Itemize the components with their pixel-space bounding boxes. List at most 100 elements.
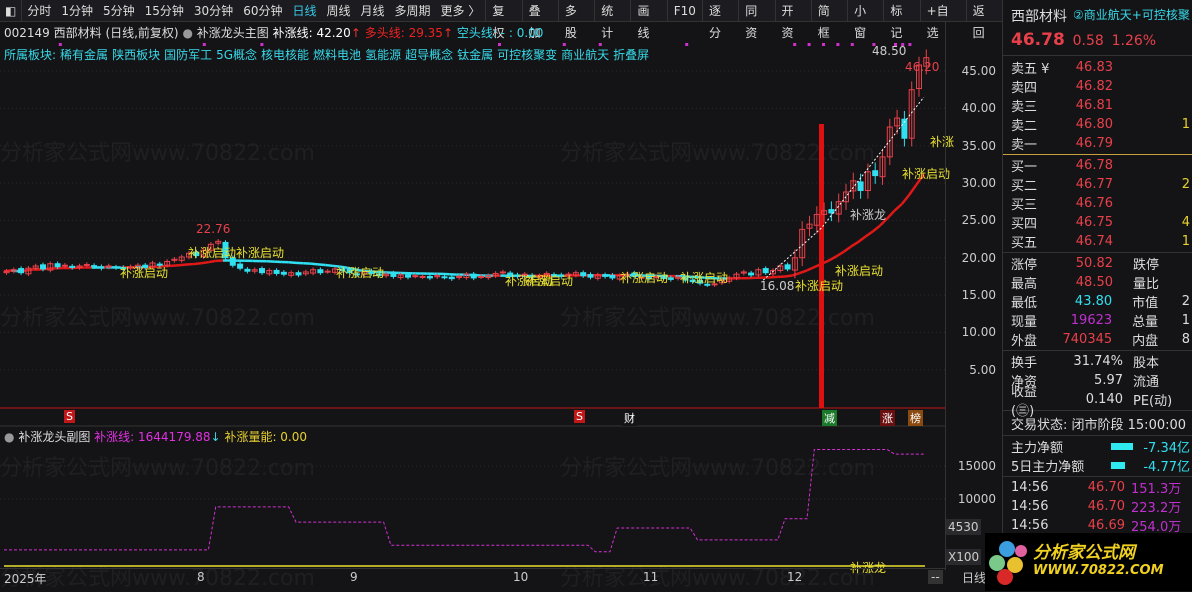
start-signal-label: 补涨启动 <box>835 262 883 279</box>
candle <box>281 272 286 274</box>
candle <box>114 267 119 268</box>
asks-row[interactable]: 卖二46.801 <box>1003 115 1192 134</box>
x-tick-label: 9 <box>350 570 358 584</box>
bids-row[interactable]: 买三46.76 <box>1003 194 1192 213</box>
stat-value: 50.82 <box>1059 256 1113 271</box>
x-tick-label: 11 <box>643 570 658 584</box>
trading-status: 交易状态: 闭市阶段 15:00:00 <box>1011 414 1186 433</box>
quote-panel: 西部材料②商业航天+可控核聚 46.78 0.58 1.26% 卖五 ¥46.8… <box>1002 0 1192 591</box>
period-tab[interactable]: 日线 <box>962 569 986 586</box>
candle <box>603 275 608 276</box>
event-marker[interactable]: 减 <box>822 410 837 426</box>
event-marker[interactable]: S <box>64 410 75 423</box>
money-flow-row[interactable]: 5日主力净额-4.77亿 <box>1003 456 1192 475</box>
concept-tag[interactable]: ②商业航天+可控核聚 <box>1073 6 1190 23</box>
price-chart[interactable] <box>0 0 945 591</box>
candle <box>70 266 75 267</box>
signal-dot <box>822 43 825 46</box>
signal-bar <box>819 124 824 408</box>
asks-row[interactable]: 卖三46.81 <box>1003 96 1192 115</box>
fundamental-label: 股本 <box>1133 352 1159 371</box>
fundamental-value: 5.97 <box>1059 373 1123 388</box>
asks-price: 46.79 <box>1059 136 1113 151</box>
candle <box>610 275 615 278</box>
last-price: 46.78 <box>1011 30 1065 50</box>
candle <box>873 171 878 176</box>
money-flow-value: -4.77亿 <box>1143 456 1192 475</box>
candle <box>581 273 586 276</box>
signal-dot <box>908 43 911 46</box>
candle <box>413 276 418 277</box>
high-price-label: 22.76 <box>196 222 230 236</box>
asks-row[interactable]: 卖四46.82 <box>1003 77 1192 96</box>
site-logo: 分析家公式网 WWW.70822.COM <box>985 533 1192 591</box>
event-marker[interactable]: 财 <box>622 410 637 426</box>
duotou-line-segment <box>895 204 902 211</box>
tick-volume: 223.2万 <box>1131 497 1181 516</box>
down-arrow-icon: ↓ <box>211 430 221 444</box>
toolbar-button-13[interactable]: 返回 <box>966 0 1002 22</box>
start-signal-label: 补涨启动 <box>120 264 168 281</box>
event-marker[interactable]: 榜 <box>908 410 923 426</box>
candle <box>442 277 447 278</box>
y-tick-label: 30.00 <box>962 176 996 190</box>
asks-price: 46.83 <box>1059 60 1113 75</box>
tick-price: 46.70 <box>1069 499 1125 514</box>
bids-row[interactable]: 买二46.772 <box>1003 175 1192 194</box>
asks-row[interactable]: 卖五 ¥46.83 <box>1003 58 1192 77</box>
stat-value: 48.50 <box>1059 275 1113 290</box>
candle <box>420 276 425 277</box>
indicator-toggle-icon[interactable]: ● <box>4 430 14 444</box>
kongtou-line-segment <box>289 262 296 263</box>
start-signal-label: 补涨启动 <box>336 264 384 281</box>
signal-dot <box>563 43 566 46</box>
candle <box>62 265 67 266</box>
tick-row: 14:5646.70151.3万 <box>1003 478 1192 497</box>
stat-value: 2 <box>1182 294 1192 309</box>
candle <box>245 269 250 271</box>
asks-volume: 1 <box>1182 117 1192 132</box>
candle <box>318 270 323 273</box>
stat-value: 43.80 <box>1059 294 1113 309</box>
candle <box>479 276 484 277</box>
start-signal-label: 补涨启动 <box>236 244 284 261</box>
asks-price: 46.81 <box>1059 98 1113 113</box>
x-axis-scroll[interactable]: -- <box>928 570 943 584</box>
duotou-line-segment <box>792 273 799 275</box>
kongtou-line-segment <box>318 264 325 265</box>
fundamental-label: 换手 <box>1011 352 1059 371</box>
tick-row: 14:5646.70 223.2万 <box>1003 497 1192 516</box>
dragon-label: 补涨龙 <box>850 206 886 223</box>
asks-row[interactable]: 卖一46.79 <box>1003 134 1192 153</box>
sub-indicator-name[interactable]: 补涨龙头副图 <box>18 430 90 444</box>
asks-label: 卖五 ¥ <box>1011 58 1059 77</box>
asks-price: 46.80 <box>1059 117 1113 132</box>
stat-value: 740345 <box>1059 332 1113 347</box>
bids-volume: 4 <box>1182 215 1192 230</box>
stat-label: 最高 <box>1011 273 1059 292</box>
money-flow-row[interactable]: 主力净额-7.34亿 <box>1003 437 1192 456</box>
bids-price: 46.76 <box>1059 196 1113 211</box>
tick-time: 14:56 <box>1011 499 1069 514</box>
stat-label: 市值 <box>1132 292 1182 311</box>
duotou-line-segment <box>194 263 201 264</box>
duotou-line-segment <box>807 267 814 270</box>
signal-dot <box>685 43 688 46</box>
asks-label: 卖三 <box>1011 96 1059 115</box>
x-tick-label: 8 <box>197 570 205 584</box>
y-tick-label: 20.00 <box>962 251 996 265</box>
fundamental-row: 收益(㊂)0.140PE(动) <box>1003 390 1192 409</box>
tick-time: 14:56 <box>1011 480 1069 495</box>
bids-row[interactable]: 买五46.741 <box>1003 232 1192 251</box>
fundamental-label: 流通 <box>1133 371 1159 390</box>
bids-row[interactable]: 买一46.78 <box>1003 156 1192 175</box>
flower-logo-icon <box>985 537 1033 587</box>
event-marker[interactable]: 涨 <box>880 410 895 426</box>
signal-dot <box>808 43 811 46</box>
event-marker[interactable]: S <box>574 410 585 423</box>
money-flow-bar <box>1111 443 1133 450</box>
bids-row[interactable]: 买四46.754 <box>1003 213 1192 232</box>
candle <box>449 277 454 278</box>
sub-chart-header: ● 补涨龙头副图 补涨线: 1644179.88↓ 补涨量能: 0.00 <box>4 428 307 445</box>
candle <box>668 278 673 279</box>
